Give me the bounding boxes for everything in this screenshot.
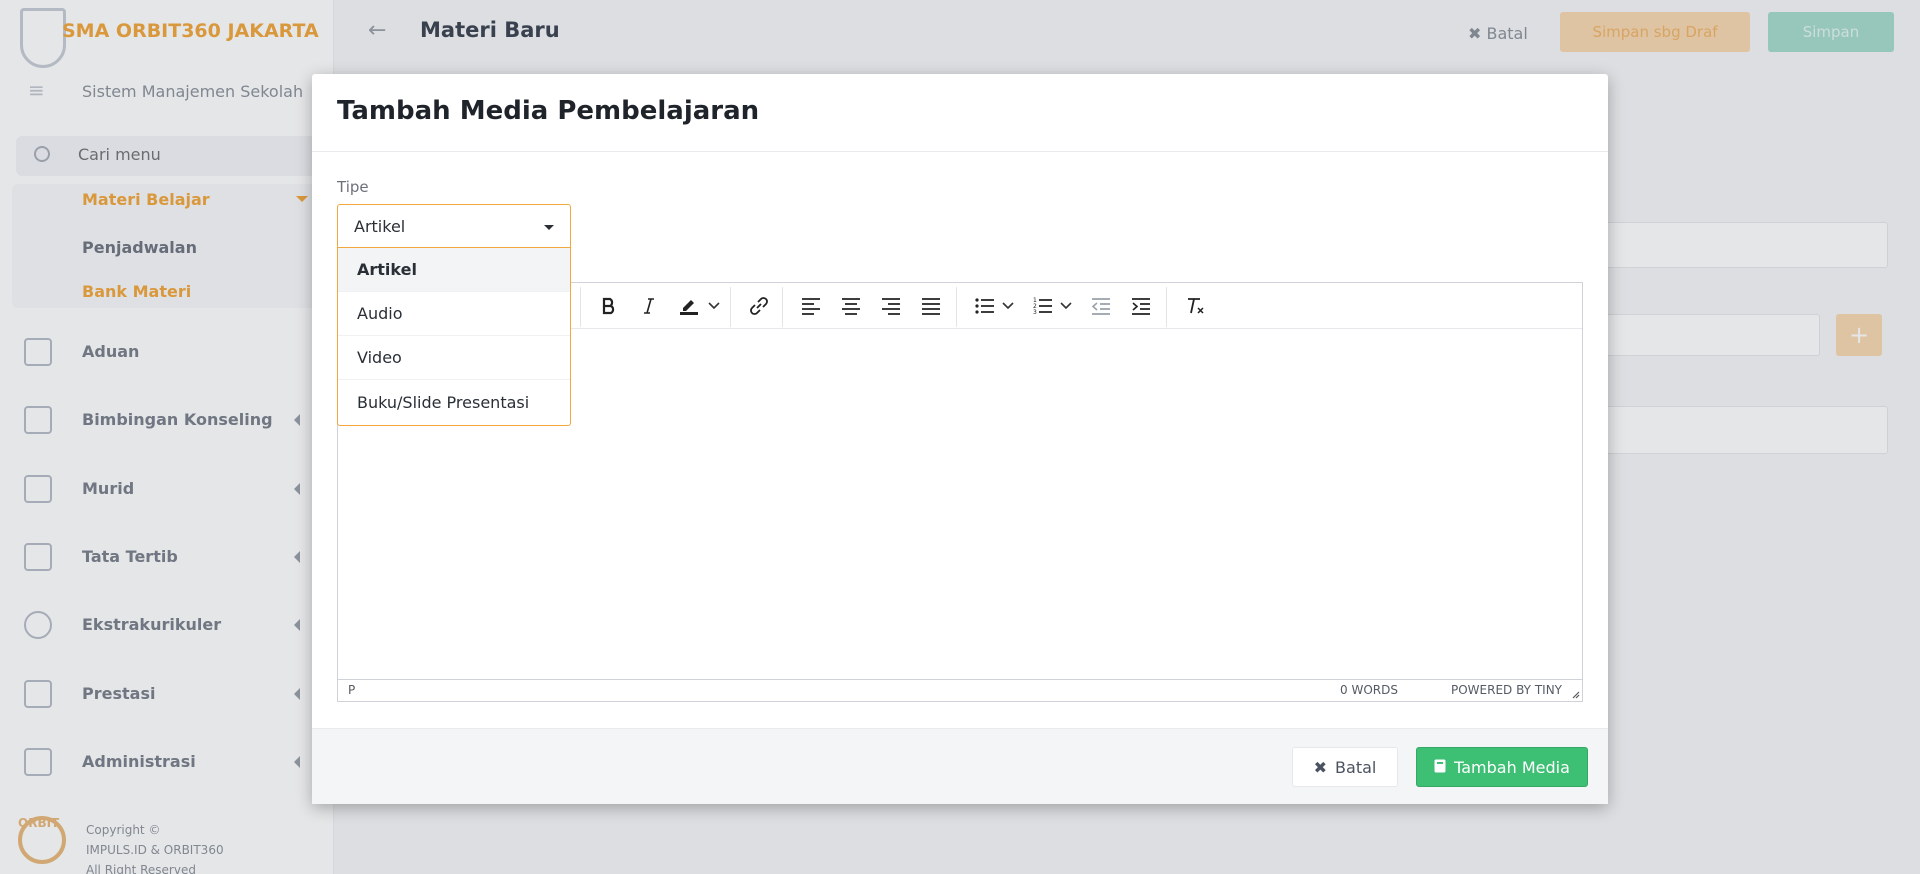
modal-footer: ✖ Batal Tambah Media <box>312 728 1608 804</box>
toolbar-divider <box>782 287 783 327</box>
align-right-icon[interactable] <box>874 291 908 321</box>
clear-formatting-icon[interactable] <box>1178 291 1212 321</box>
align-justify-icon[interactable] <box>914 291 948 321</box>
option-audio[interactable]: Audio <box>338 292 570 336</box>
word-count: 0 WORDS <box>1340 683 1398 697</box>
link-icon[interactable] <box>742 291 776 321</box>
type-select[interactable]: Artikel <box>337 204 571 248</box>
caret-down-icon <box>544 225 554 230</box>
align-center-icon[interactable] <box>834 291 868 321</box>
align-left-icon[interactable] <box>794 291 828 321</box>
toolbar-divider <box>1166 287 1167 327</box>
type-select-value: Artikel <box>354 217 406 236</box>
close-icon: ✖ <box>1313 757 1328 777</box>
highlight-icon[interactable] <box>672 291 706 321</box>
book-icon <box>1434 758 1446 777</box>
chevron-down-icon[interactable] <box>704 291 724 321</box>
powered-by-link[interactable]: POWERED BY TINY <box>1451 683 1562 697</box>
modal-title: Tambah Media Pembelajaran <box>337 96 760 126</box>
add-media-label: Tambah Media <box>1454 757 1570 777</box>
italic-icon[interactable] <box>632 291 666 321</box>
toolbar-divider <box>580 287 581 327</box>
numbered-list-icon[interactable]: 123 <box>1026 291 1060 321</box>
chevron-down-icon[interactable] <box>1056 291 1076 321</box>
type-dropdown-list: Artikel Audio Video Buku/Slide Presentas… <box>337 248 571 426</box>
bold-icon[interactable] <box>592 291 626 321</box>
cancel-button[interactable]: ✖ Batal <box>1292 747 1398 787</box>
indent-icon[interactable] <box>1124 291 1158 321</box>
chevron-down-icon[interactable] <box>998 291 1018 321</box>
modal-header: Tambah Media Pembelajaran <box>312 74 1608 152</box>
option-artikel[interactable]: Artikel <box>338 248 570 292</box>
option-buku-slide[interactable]: Buku/Slide Presentasi <box>338 380 570 424</box>
element-path[interactable]: P <box>348 683 355 697</box>
option-video[interactable]: Video <box>338 336 570 380</box>
toolbar-divider <box>956 287 957 327</box>
add-media-modal: Tambah Media Pembelajaran Tipe Artikel A… <box>312 74 1608 804</box>
toolbar-divider <box>730 287 731 327</box>
editor-statusbar: P 0 WORDS POWERED BY TINY <box>338 679 1582 701</box>
bullet-list-icon[interactable] <box>968 291 1002 321</box>
cancel-button-label: Batal <box>1335 757 1377 777</box>
add-media-button[interactable]: Tambah Media <box>1416 747 1588 787</box>
resize-handle-icon[interactable] <box>1570 689 1580 699</box>
type-label: Tipe <box>337 178 369 196</box>
svg-text:3: 3 <box>1033 309 1037 316</box>
outdent-icon[interactable] <box>1084 291 1118 321</box>
